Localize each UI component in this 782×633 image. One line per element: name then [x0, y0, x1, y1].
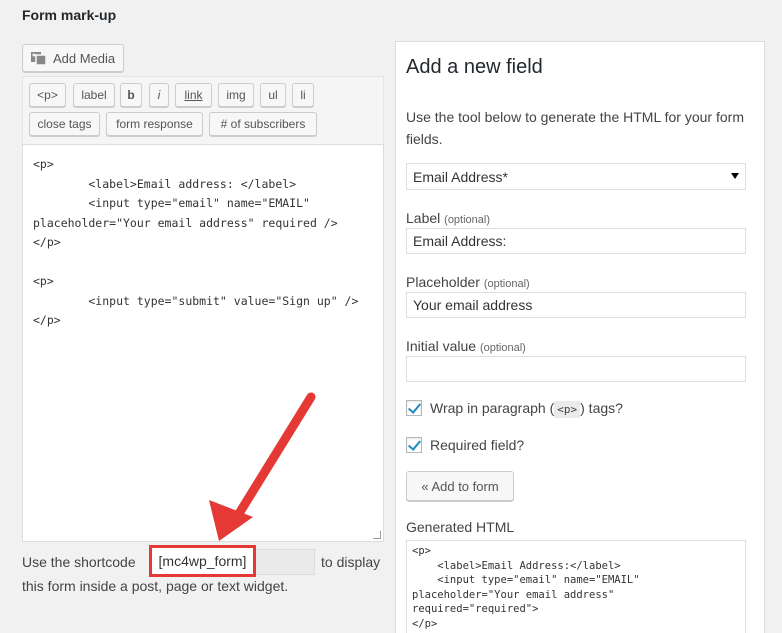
media-icon — [30, 50, 48, 66]
code-line: </p> — [33, 235, 61, 249]
code-line: </p> — [33, 313, 61, 327]
required-field-row[interactable]: Required field? — [406, 437, 524, 453]
required-field-label: Required field? — [430, 437, 525, 453]
add-media-label: Add Media — [53, 50, 116, 66]
shortcode-suffix: to display — [321, 554, 381, 570]
qt-link-button[interactable]: link — [175, 83, 212, 107]
panel-description: Use the tool below to generate the HTML … — [406, 109, 744, 147]
placeholder-field-label: Placeholder (optional) — [406, 274, 530, 290]
qt-subscribers-button[interactable]: # of subscribers — [209, 112, 317, 136]
code-line: placeholder="Your email address" require… — [33, 215, 338, 230]
qt-form-response-button[interactable]: form response — [106, 112, 203, 136]
initial-value-input[interactable] — [406, 356, 746, 382]
add-to-form-button[interactable]: « Add to form — [406, 471, 514, 501]
quicktags-toolbar: <p> label b i link img ul li close tags … — [22, 76, 384, 144]
code-line: <label>Email address: </label> — [33, 176, 297, 191]
field-type-value: Email Address* — [413, 168, 508, 185]
required-field-checkbox[interactable] — [406, 437, 422, 453]
qt-label-button[interactable]: label — [73, 83, 115, 107]
qt-bold-button[interactable]: b — [120, 83, 142, 107]
shortcode-suffix-line2: this form inside a post, page or text wi… — [22, 578, 289, 594]
code-line: <input type="submit" value="Sign up" /> — [33, 293, 359, 308]
wrap-paragraph-row[interactable]: Wrap in paragraph (<p>) tags? — [406, 400, 623, 418]
wrap-paragraph-checkbox[interactable] — [406, 400, 422, 416]
qt-italic-button[interactable]: i — [149, 83, 169, 107]
field-type-select[interactable]: Email Address* — [406, 163, 746, 190]
chevron-down-icon — [731, 173, 739, 179]
qt-li-button[interactable]: li — [292, 83, 314, 107]
label-field-label: Label (optional) — [406, 210, 491, 226]
panel-title: Add a new field — [406, 56, 543, 78]
code-line: <p> — [33, 274, 54, 288]
qt-close-tags-button[interactable]: close tags — [29, 112, 100, 136]
qt-ul-button[interactable]: ul — [260, 83, 286, 107]
shortcode-value[interactable]: [mc4wp_form] — [149, 545, 256, 577]
add-field-panel: Add a new field Use the tool below to ge… — [395, 41, 765, 633]
qt-p-button[interactable]: <p> — [29, 83, 66, 107]
label-input[interactable]: Email Address: — [406, 228, 746, 254]
section-title: Form mark-up — [22, 7, 117, 23]
generated-html-label: Generated HTML — [406, 519, 515, 535]
form-markup-editor[interactable]: <p> <label>Email address: </label> <inpu… — [22, 144, 384, 542]
placeholder-input[interactable]: Your email address — [406, 292, 746, 318]
resize-handle[interactable] — [373, 531, 381, 539]
add-media-button[interactable]: Add Media — [22, 44, 125, 72]
qt-img-button[interactable]: img — [218, 83, 254, 107]
initial-value-field-label: Initial value (optional) — [406, 338, 526, 354]
code-line: <p> — [33, 157, 54, 171]
generated-html-output[interactable]: <p> <label>Email Address:</label> <input… — [406, 540, 746, 633]
code-line: <input type="email" name="EMAIL" — [33, 196, 310, 210]
wrap-paragraph-label: Wrap in paragraph (<p>) tags? — [430, 400, 623, 418]
